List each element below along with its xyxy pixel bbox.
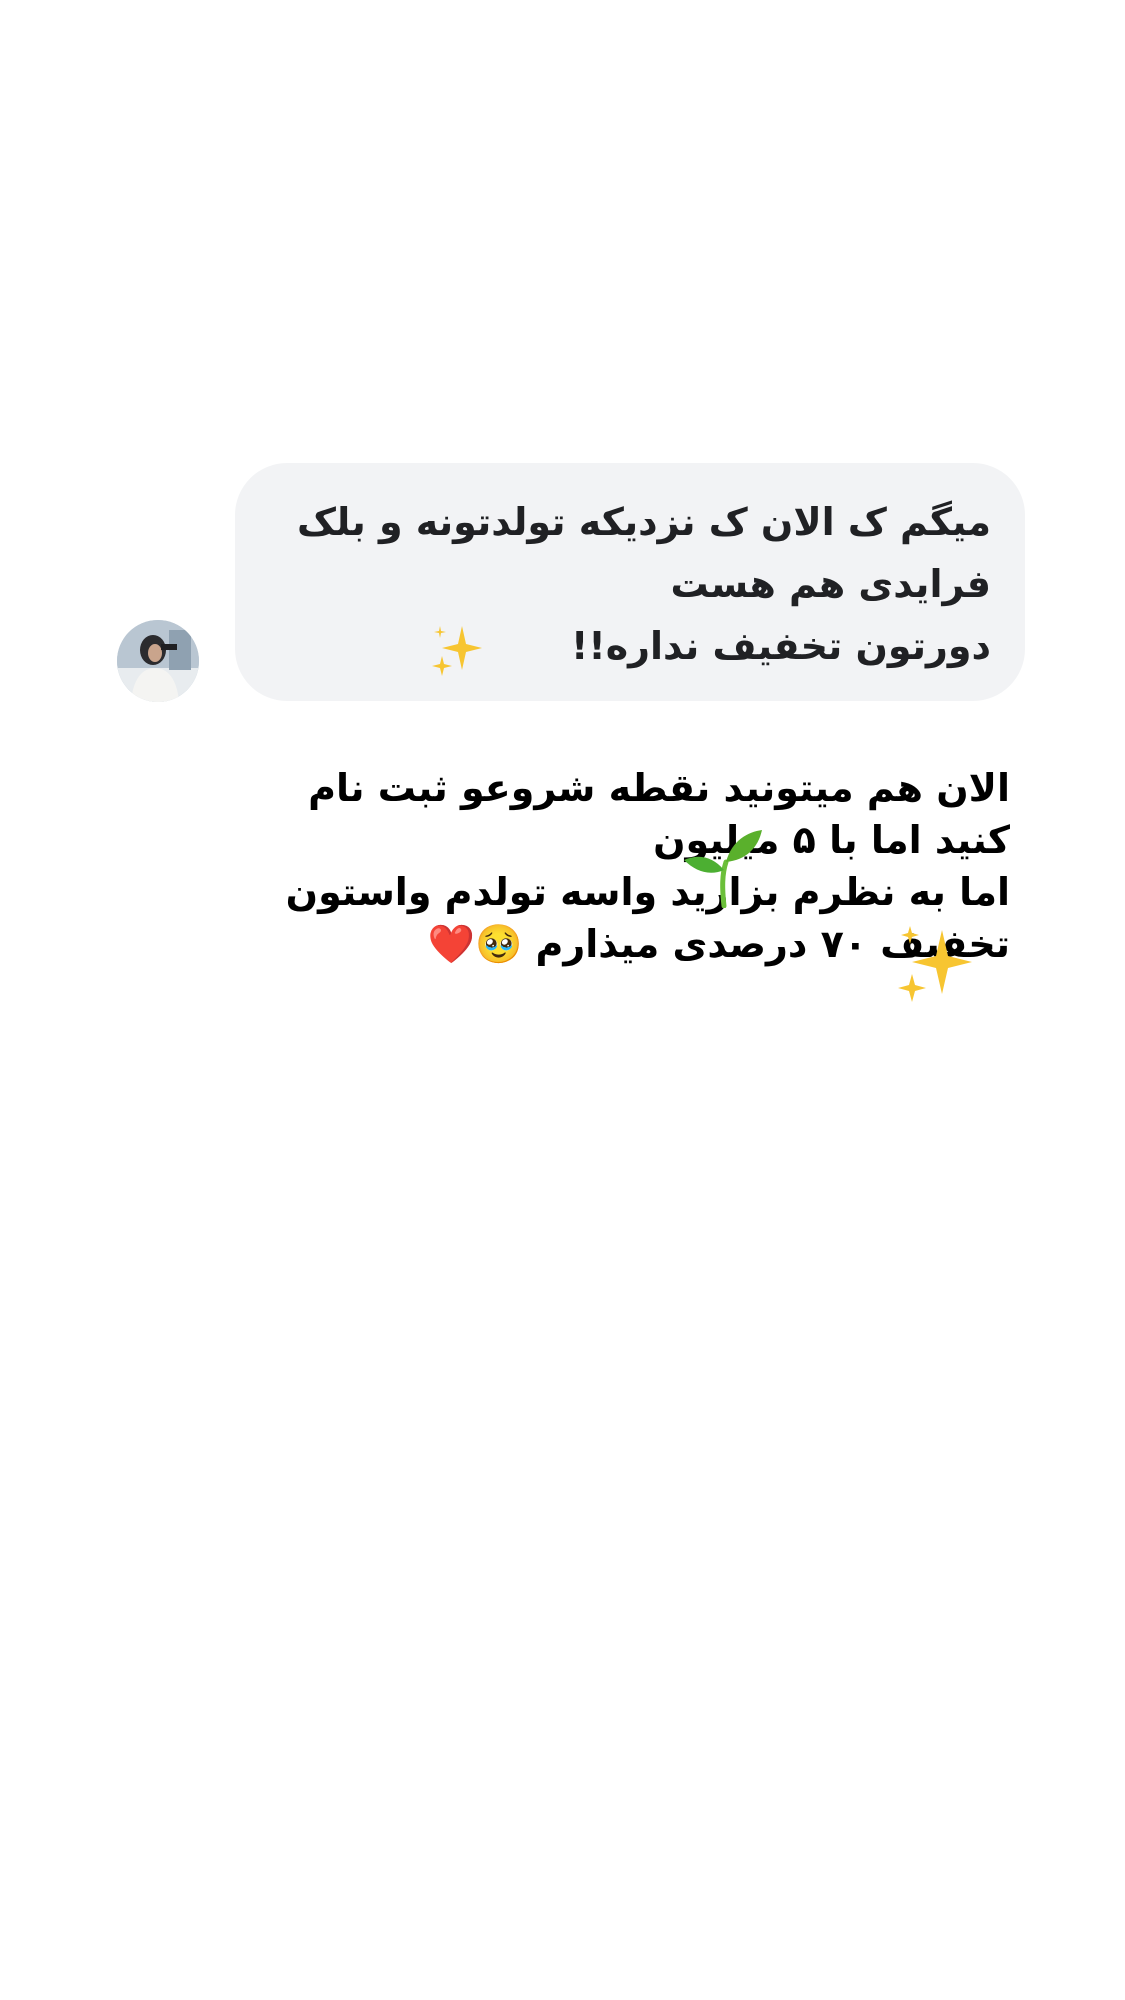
reply-message-line-1: الان هم میتونید نقطه شروعو ثبت نام bbox=[308, 766, 1010, 810]
reply-message-line-3: اما به نظرم بزارید واسه تولدم واستون bbox=[285, 870, 1010, 914]
received-message-line-2: فرایدی هم هست bbox=[670, 562, 991, 606]
sender-avatar[interactable] bbox=[117, 620, 199, 702]
received-message-line-1: میگم ک الان ک نزدیکه تولدتونه و بلک bbox=[297, 500, 991, 544]
reply-message-line-4: تخفیف ۷۰ درصدی میذارم 🥹❤️ bbox=[427, 922, 1010, 966]
reply-message-line-2: کنید اما با ۵ میلیون bbox=[653, 818, 1010, 862]
received-message-line-3: دورتون تخفیف نداره!! bbox=[571, 624, 991, 668]
reply-message-text: الان هم میتونید نقطه شروعو ثبت نام کنید … bbox=[285, 762, 1010, 970]
received-message-bubble[interactable]: میگم ک الان ک نزدیکه تولدتونه و بلک فرای… bbox=[235, 463, 1025, 701]
